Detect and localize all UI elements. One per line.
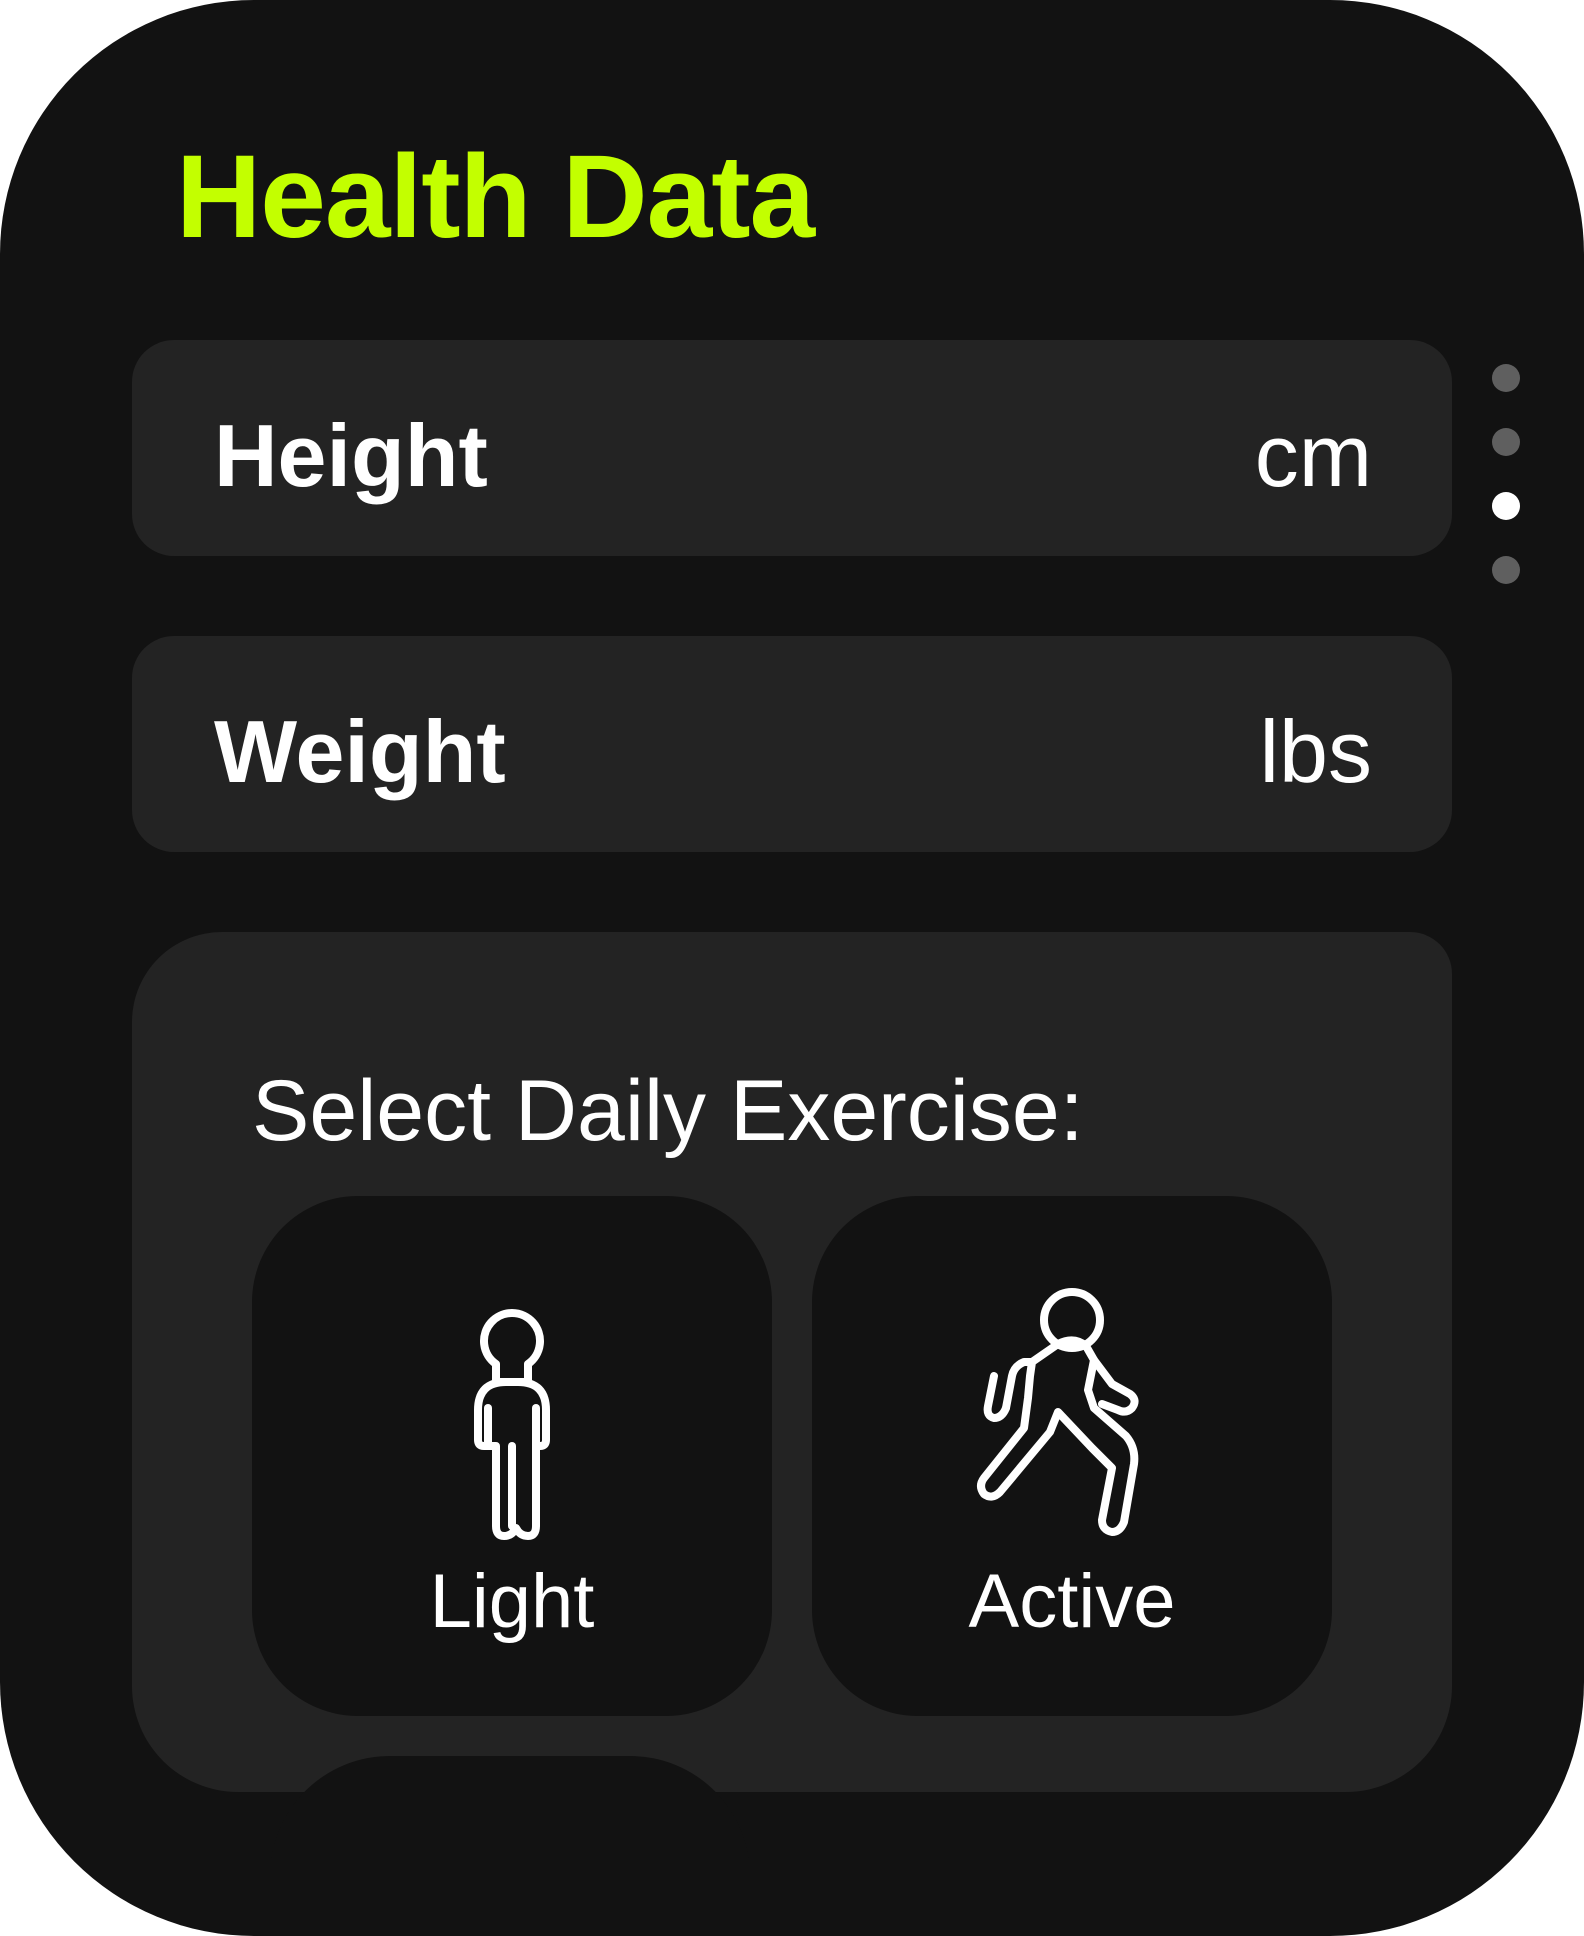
active-option-label: Active (968, 1559, 1176, 1644)
light-option-label: Light (429, 1559, 595, 1644)
page-dot-active (1492, 492, 1520, 520)
exercise-heading: Select Daily Exercise: (252, 1063, 1084, 1159)
weight-label: Weight (214, 702, 506, 801)
page-dot (1492, 364, 1520, 392)
page-title: Health Data (176, 131, 815, 263)
weight-row[interactable]: Weight lbs (132, 636, 1452, 852)
page-dot (1492, 428, 1520, 456)
height-unit: cm (1254, 406, 1372, 505)
next-exercise-button-peek[interactable] (270, 1756, 750, 1936)
active-exercise-button[interactable]: Active (812, 1196, 1332, 1716)
watch-screen: Health Data Height cm Weight lbs Select … (0, 0, 1584, 1936)
light-exercise-button[interactable]: Light (252, 1196, 772, 1716)
exercise-selection-card: Select Daily Exercise: Light Active (132, 932, 1452, 1792)
weight-unit: lbs (1259, 702, 1373, 801)
page-indicator (1492, 364, 1520, 620)
page-dot (1492, 556, 1520, 584)
height-label: Height (214, 406, 488, 505)
height-row[interactable]: Height cm (132, 340, 1452, 556)
